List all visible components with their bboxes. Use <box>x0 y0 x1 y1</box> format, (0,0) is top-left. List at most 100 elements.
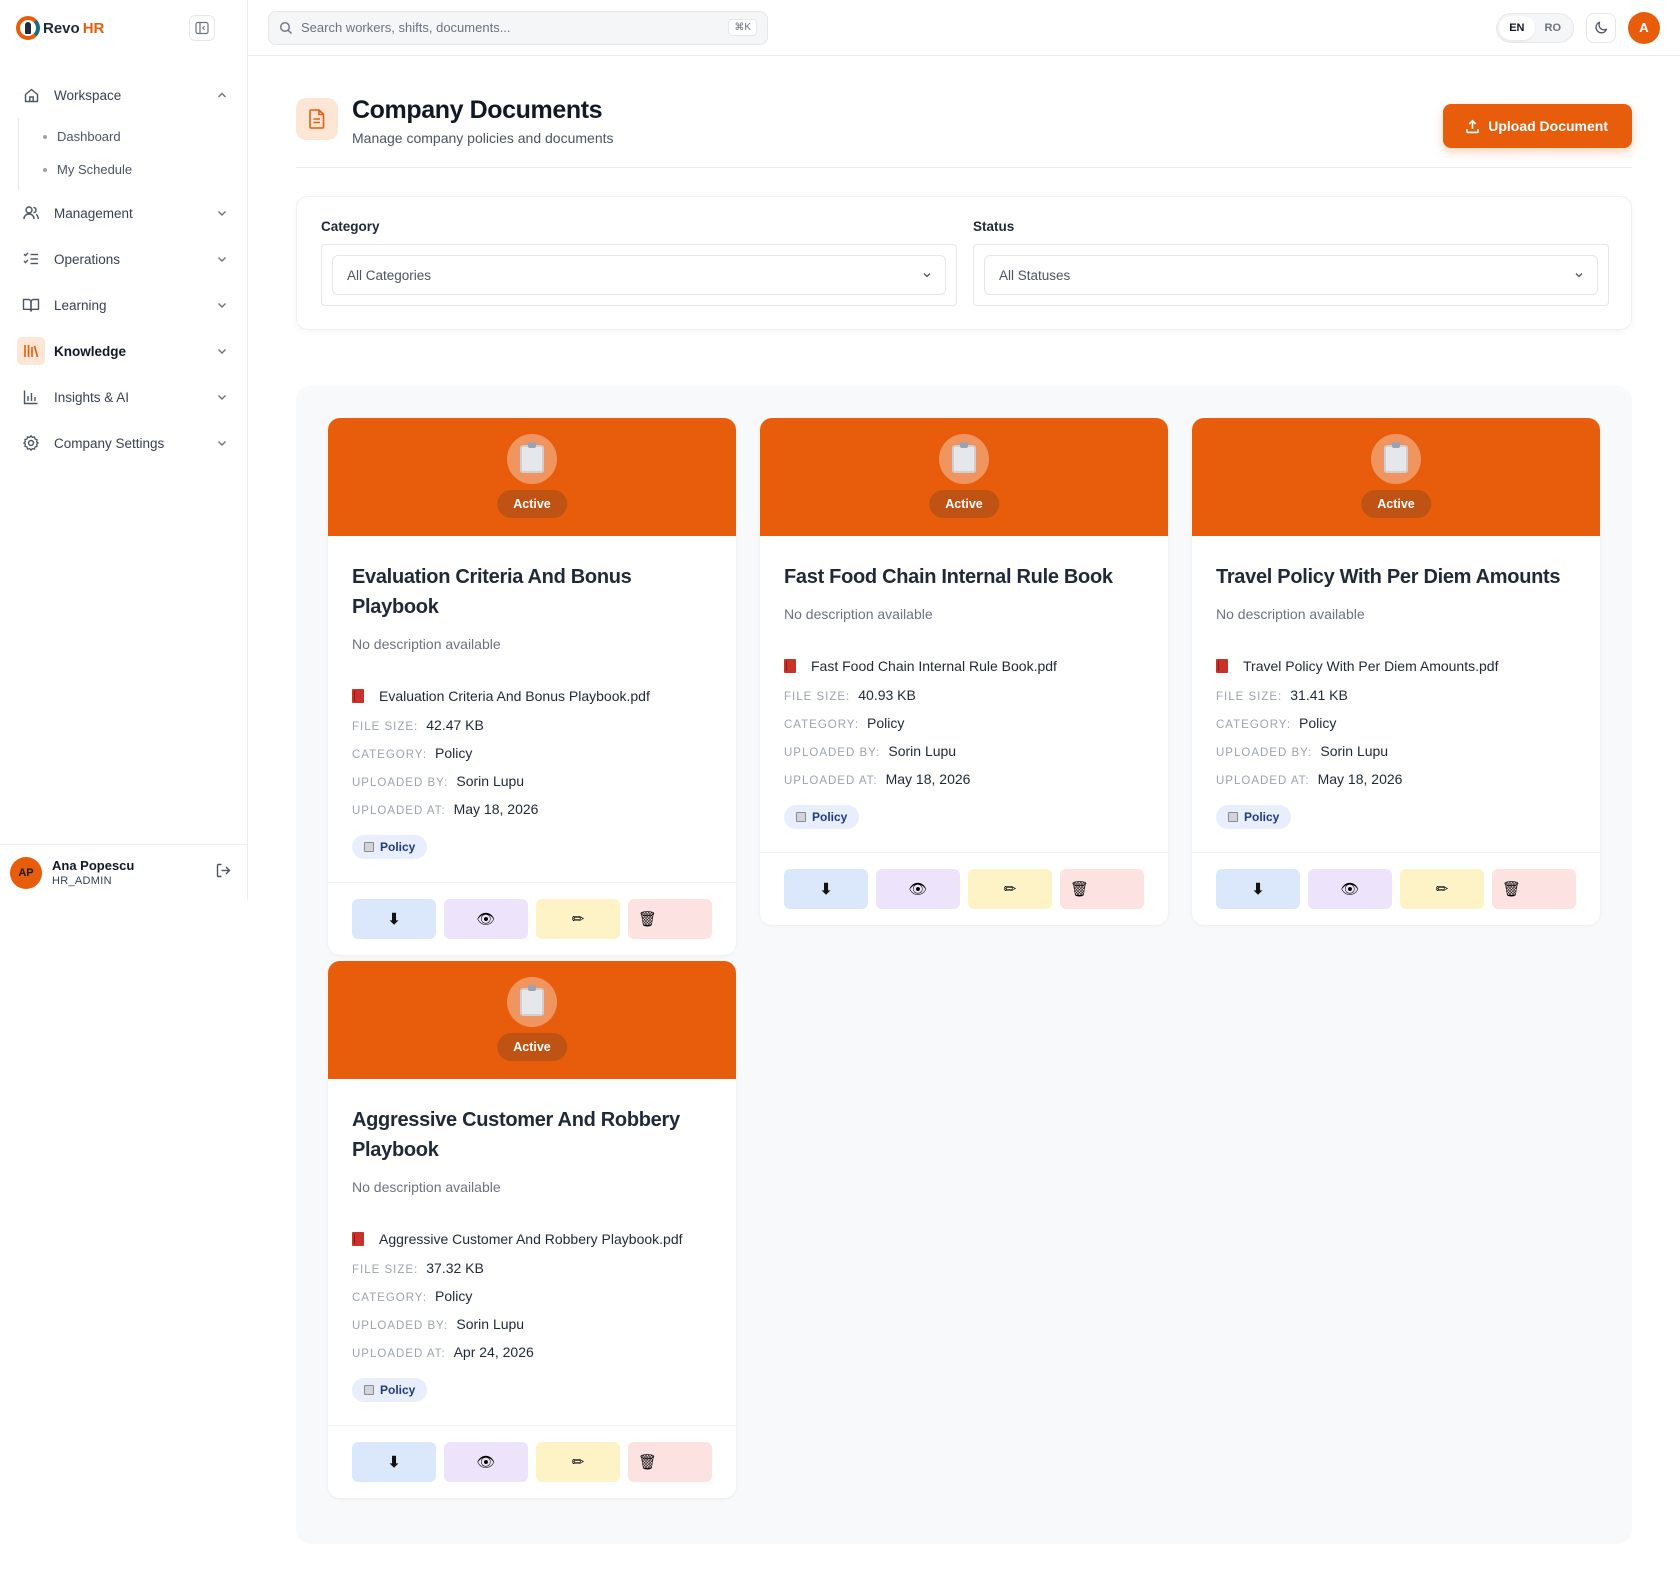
search-input[interactable]: Search workers, shifts, documents... ⌘K <box>268 10 768 45</box>
document-file-link[interactable]: Travel Policy With Per Diem Amounts.pdf <box>1216 658 1576 674</box>
meta-value: May 18, 2026 <box>453 801 539 817</box>
meta-value: Sorin Lupu <box>456 1316 525 1332</box>
card-banner: Active <box>328 418 736 536</box>
category-tag-label: Policy <box>380 840 416 854</box>
delete-button[interactable]: 🗑 <box>1060 869 1144 909</box>
language-option-ro[interactable]: RO <box>1535 16 1572 40</box>
edit-button[interactable]: ✏ <box>536 1442 620 1482</box>
meta-uploaded-by: UPLOADED BY: Sorin Lupu <box>352 1316 712 1332</box>
download-button[interactable]: ⬇ <box>352 899 436 939</box>
status-select[interactable]: All Statuses <box>984 255 1598 295</box>
trash-icon: 🗑 <box>638 1454 658 1471</box>
sidebar-item-label: Workspace <box>54 87 122 103</box>
theme-toggle-button[interactable] <box>1586 12 1616 43</box>
meta-value: May 18, 2026 <box>885 771 971 787</box>
sidebar-item-label: Learning <box>54 297 107 313</box>
gear-icon <box>20 432 42 454</box>
meta-label: CATEGORY: <box>352 749 428 761</box>
view-button[interactable]: 👁 <box>876 869 960 909</box>
sidebar-item-company-settings[interactable]: Company Settings <box>0 420 247 466</box>
language-option-en[interactable]: EN <box>1499 15 1535 40</box>
home-icon <box>20 84 42 106</box>
download-icon: ⬇ <box>819 881 833 898</box>
edit-button[interactable]: ✏ <box>968 869 1052 909</box>
pencil-icon: ✏ <box>1435 881 1449 898</box>
document-file-link[interactable]: Fast Food Chain Internal Rule Book.pdf <box>784 658 1144 674</box>
top-right-controls: EN RO A <box>1496 11 1660 44</box>
top-bar: Search workers, shifts, documents... ⌘K … <box>248 0 1680 56</box>
users-icon <box>20 202 42 224</box>
page-header: Company Documents Manage company policie… <box>296 96 1632 168</box>
sidebar-item-insights-ai[interactable]: Insights & AI <box>0 374 247 420</box>
view-button[interactable]: 👁 <box>444 1442 528 1482</box>
search-shortcut-badge: ⌘K <box>728 19 757 36</box>
meta-label: UPLOADED BY: <box>352 777 449 789</box>
card-body: Evaluation Criteria And Bonus Playbook N… <box>328 536 736 859</box>
document-file-name: Fast Food Chain Internal Rule Book.pdf <box>811 658 1057 674</box>
category-select[interactable]: All Categories <box>332 255 946 295</box>
download-button[interactable]: ⬇ <box>784 869 868 909</box>
meta-value: May 18, 2026 <box>1317 771 1403 787</box>
download-button[interactable]: ⬇ <box>1216 869 1300 909</box>
sidebar-subitem-my-schedule[interactable]: My Schedule <box>19 153 247 186</box>
document-card: Active Evaluation Criteria And Bonus Pla… <box>328 418 736 955</box>
upload-icon <box>1466 119 1480 133</box>
sidebar-nav: Workspace Dashboard My Schedule Manageme… <box>0 56 247 466</box>
card-banner: Active <box>1192 418 1600 536</box>
eye-icon: 👁 <box>1340 881 1360 898</box>
bullet-icon <box>43 134 47 139</box>
document-file-link[interactable]: Evaluation Criteria And Bonus Playbook.p… <box>352 688 712 704</box>
status-badge: Active <box>497 490 567 518</box>
document-description: No description available <box>352 636 501 652</box>
view-button[interactable]: 👁 <box>444 899 528 939</box>
logout-button[interactable] <box>215 862 232 884</box>
delete-button[interactable]: 🗑 <box>628 1442 712 1482</box>
sidebar-collapse-button[interactable] <box>189 15 215 41</box>
eye-icon: 👁 <box>908 881 928 898</box>
meta-label: UPLOADED BY: <box>784 747 881 759</box>
category-tag: Policy <box>1216 805 1292 829</box>
edit-button[interactable]: ✏ <box>1400 869 1484 909</box>
meta-label: CATEGORY: <box>352 1292 428 1304</box>
status-badge: Active <box>929 490 999 518</box>
chevron-up-icon <box>218 92 226 98</box>
document-title: Fast Food Chain Internal Rule Book <box>784 566 1113 588</box>
card-body: Travel Policy With Per Diem Amounts No d… <box>1192 536 1600 829</box>
sidebar-subitem-label: My Schedule <box>57 162 133 177</box>
meta-label: FILE SIZE: <box>784 691 851 703</box>
delete-button[interactable]: 🗑 <box>628 899 712 939</box>
meta-label: CATEGORY: <box>1216 719 1292 731</box>
meta-value: 40.93 KB <box>858 687 916 703</box>
document-file-link[interactable]: Aggressive Customer And Robbery Playbook… <box>352 1231 712 1247</box>
sidebar-subitem-dashboard[interactable]: Dashboard <box>19 120 247 153</box>
moon-icon <box>1594 21 1607 34</box>
tag-icon <box>364 1385 374 1395</box>
avatar[interactable]: AP <box>10 856 42 889</box>
sidebar-item-management[interactable]: Management <box>0 190 247 236</box>
meta-label: FILE SIZE: <box>352 721 419 733</box>
delete-button[interactable]: 🗑 <box>1492 869 1576 909</box>
brand-name-part1: Revo <box>43 19 80 37</box>
avatar[interactable]: A <box>1628 11 1660 44</box>
meta-label: UPLOADED BY: <box>352 1320 449 1332</box>
sidebar-item-workspace[interactable]: Workspace <box>0 72 247 118</box>
upload-document-button[interactable]: Upload Document <box>1443 104 1632 148</box>
download-button[interactable]: ⬇ <box>352 1442 436 1482</box>
red-book-icon <box>784 659 796 673</box>
brand-logo[interactable]: Revo HR <box>16 16 104 40</box>
view-button[interactable]: 👁 <box>1308 869 1392 909</box>
sidebar-item-knowledge[interactable]: Knowledge <box>0 328 247 374</box>
sidebar-item-learning[interactable]: Learning <box>0 282 247 328</box>
sidebar-item-label: Insights & AI <box>54 389 130 405</box>
search-placeholder: Search workers, shifts, documents... <box>301 20 511 35</box>
download-icon: ⬇ <box>387 1454 401 1471</box>
document-icon <box>296 98 338 140</box>
document-file-name: Aggressive Customer And Robbery Playbook… <box>379 1231 683 1247</box>
meta-value: Sorin Lupu <box>1320 743 1389 759</box>
sidebar-item-operations[interactable]: Operations <box>0 236 247 282</box>
edit-button[interactable]: ✏ <box>536 899 620 939</box>
category-select-value: All Categories <box>347 267 432 283</box>
page-subtitle: Manage company policies and documents <box>352 130 614 146</box>
meta-category: CATEGORY: Policy <box>352 745 712 761</box>
meta-label: UPLOADED AT: <box>352 805 446 817</box>
